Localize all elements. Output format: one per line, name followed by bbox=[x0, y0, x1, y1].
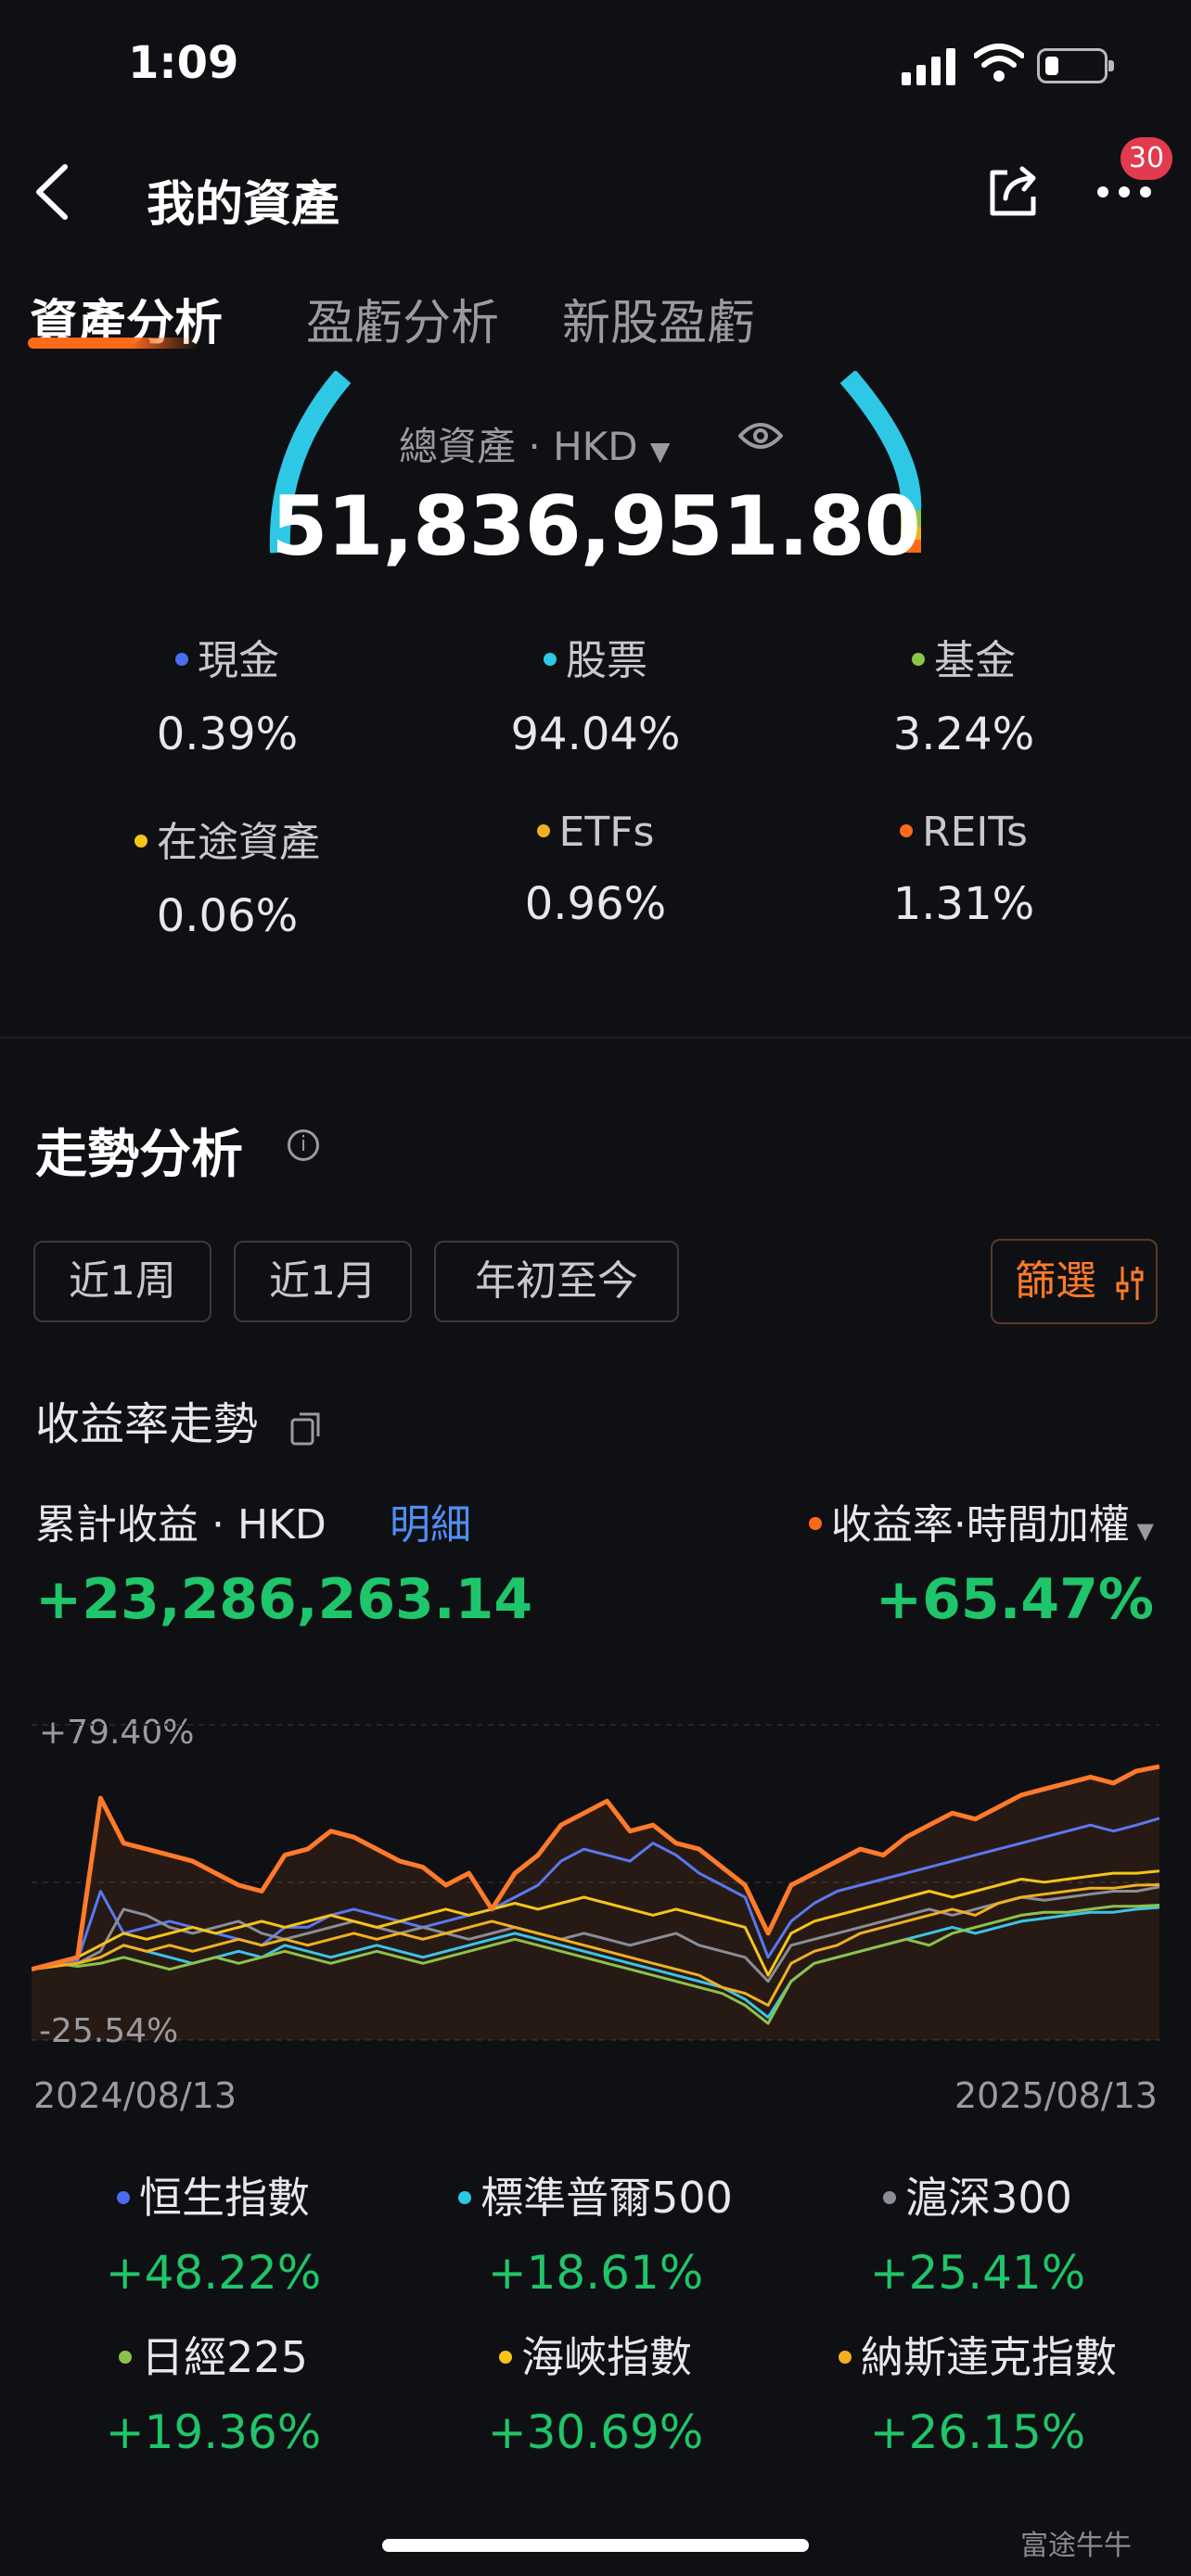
benchmark-csi300: 滬深300 +25.41% bbox=[869, 2173, 1086, 2300]
rate-type-selector[interactable]: 收益率·時間加權 ▼ bbox=[808, 1491, 1154, 1550]
legend-dot bbox=[808, 1517, 822, 1530]
detail-link[interactable]: 明細 bbox=[390, 1491, 471, 1550]
filter-label: 篩選 bbox=[1015, 1257, 1096, 1305]
allocation-stocks: 股票 94.04% bbox=[510, 637, 681, 760]
filter-button[interactable]: 篩選 bbox=[991, 1239, 1158, 1324]
info-icon[interactable]: i bbox=[288, 1129, 319, 1161]
home-indicator[interactable] bbox=[382, 2539, 809, 2552]
active-tab-indicator bbox=[28, 338, 198, 349]
copy-icon[interactable] bbox=[288, 1409, 322, 1446]
cumulative-return-label: 累計收益 · HKD bbox=[35, 1501, 327, 1549]
more-options-icon[interactable] bbox=[1096, 185, 1152, 198]
legend-dot bbox=[119, 2350, 133, 2364]
allocation-etfs: ETFs 0.96% bbox=[524, 809, 667, 930]
allocation-cash: 現金 0.39% bbox=[156, 637, 299, 760]
caret-down-icon: ▼ bbox=[1129, 1518, 1154, 1544]
eye-icon[interactable] bbox=[738, 419, 783, 453]
legend-dot bbox=[134, 835, 147, 848]
period-1-week-button[interactable]: 近1周 bbox=[33, 1241, 211, 1322]
benchmark-hsi: 恒生指數 +48.22% bbox=[105, 2173, 322, 2300]
allocation-reits: REITs 1.31% bbox=[892, 809, 1035, 930]
legend-dot bbox=[883, 2190, 897, 2204]
benchmark-nikkei: 日經225 +19.36% bbox=[105, 2332, 322, 2459]
back-arrow-icon[interactable] bbox=[33, 163, 70, 221]
page-title: 我的資產 bbox=[147, 177, 340, 233]
wifi-icon bbox=[974, 44, 1024, 82]
benchmark-sp500: 標準普爾500 +18.61% bbox=[401, 2164, 790, 2300]
period-1-month-button[interactable]: 近1月 bbox=[234, 1241, 412, 1322]
sliders-icon bbox=[1116, 1267, 1144, 1300]
benchmark-straits: 海峽指數 +30.69% bbox=[487, 2332, 704, 2459]
legend-dot bbox=[912, 653, 925, 666]
return-trend-title: 收益率走勢 bbox=[35, 1387, 322, 1452]
caret-down-icon: ▼ bbox=[649, 436, 671, 466]
legend-dot bbox=[839, 2350, 852, 2364]
return-rate-value: +65.47% bbox=[875, 1567, 1154, 1632]
tab-ipo-pnl[interactable]: 新股盈虧 bbox=[562, 284, 755, 353]
legend-dot bbox=[117, 2190, 130, 2204]
x-start-label: 2024/08/13 bbox=[33, 2075, 237, 2116]
battery-icon bbox=[1037, 48, 1114, 83]
x-end-label: 2025/08/13 bbox=[954, 2075, 1158, 2116]
allocation-funds: 基金 3.24% bbox=[892, 637, 1035, 760]
return-chart bbox=[32, 1724, 1159, 2041]
currency-label: HKD bbox=[553, 424, 638, 469]
period-ytd-button[interactable]: 年初至今 bbox=[434, 1241, 679, 1322]
cellular-signal-icon bbox=[902, 48, 955, 85]
legend-dot bbox=[544, 653, 557, 666]
share-icon[interactable] bbox=[985, 161, 1043, 219]
watermark-logo: 富途牛牛 bbox=[1020, 2530, 1132, 2562]
legend-dot bbox=[499, 2350, 512, 2364]
cumulative-return-value: +23,286,263.14 bbox=[35, 1567, 533, 1632]
section-divider bbox=[0, 1037, 1191, 1039]
y-bottom-label: -25.54% bbox=[39, 2012, 179, 2050]
trend-section-title: 走勢分析 bbox=[35, 1125, 243, 1185]
legend-dot bbox=[175, 653, 188, 666]
status-time: 1:09 bbox=[128, 37, 239, 89]
total-label-text: 總資產 bbox=[399, 424, 517, 469]
notification-badge: 30 bbox=[1121, 137, 1172, 180]
total-assets-value: 51,836,951.80 bbox=[271, 478, 921, 574]
total-assets-label[interactable]: 總資產 · HKD ▼ bbox=[399, 415, 670, 472]
legend-dot bbox=[536, 824, 550, 837]
legend-dot bbox=[458, 2190, 472, 2204]
allocation-in-transit: 在途資產 0.06% bbox=[74, 809, 380, 942]
tab-pnl-analysis[interactable]: 盈虧分析 bbox=[306, 284, 499, 353]
benchmark-nasdaq: 納斯達克指數 +26.15% bbox=[783, 2324, 1172, 2459]
legend-dot bbox=[900, 824, 914, 837]
